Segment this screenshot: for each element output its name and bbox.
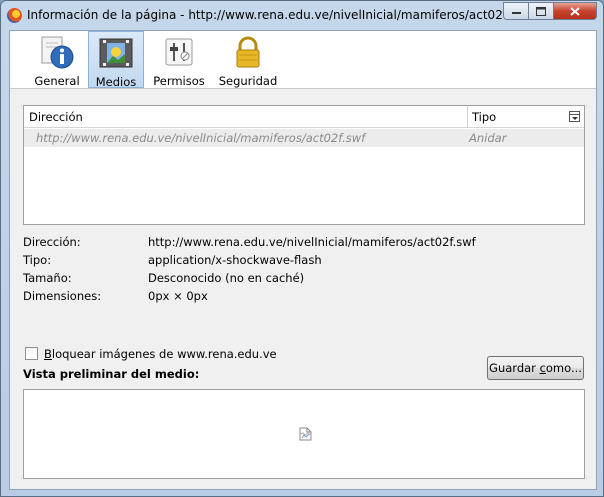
column-header-type[interactable]: Tipo bbox=[472, 110, 496, 124]
save-as-label-prefix: Guardar bbox=[489, 361, 540, 375]
page-info-window: Información de la página - http://www.re… bbox=[0, 0, 604, 497]
media-table[interactable]: Dirección Tipo http://www.rena.edu.ve/ni… bbox=[23, 105, 585, 225]
block-images-checkbox[interactable] bbox=[25, 347, 38, 360]
tab-general[interactable]: General bbox=[28, 31, 86, 88]
detail-dimensions-label: Dimensiones: bbox=[23, 289, 102, 303]
tab-general-label: General bbox=[34, 74, 80, 88]
tab-media[interactable]: Medios bbox=[88, 31, 144, 89]
broken-image-icon bbox=[299, 427, 312, 441]
caption-buttons bbox=[503, 2, 597, 20]
tab-media-label: Medios bbox=[95, 75, 137, 89]
tab-permissions[interactable]: Permisos bbox=[150, 31, 208, 88]
row-address: http://www.rena.edu.ve/nivelInicial/mami… bbox=[36, 131, 366, 145]
save-as-button[interactable]: Guardar c omo... bbox=[487, 356, 584, 380]
column-divider[interactable] bbox=[467, 106, 468, 128]
preview-title: Vista preliminar del medio: bbox=[23, 367, 200, 381]
detail-size: Tamaño: Desconocido (no en caché) bbox=[23, 271, 543, 287]
detail-type: Tipo: application/x-shockwave-flash bbox=[23, 253, 543, 269]
detail-address-label: Dirección: bbox=[23, 235, 81, 249]
window-title: Información de la página - http://www.re… bbox=[27, 8, 538, 22]
padlock-icon bbox=[231, 36, 265, 70]
permissions-icon bbox=[162, 36, 196, 70]
tab-permissions-label: Permisos bbox=[153, 74, 205, 88]
block-images-label-text: loquear imágenes de www.rena.edu.ve bbox=[51, 347, 277, 361]
table-header: Dirección Tipo bbox=[24, 106, 584, 128]
tab-security-label: Seguridad bbox=[218, 74, 278, 88]
detail-address: Dirección: http://www.rena.edu.ve/nivelI… bbox=[23, 235, 543, 251]
detail-size-value: Desconocido (no en caché) bbox=[148, 271, 305, 285]
column-header-address[interactable]: Dirección bbox=[29, 110, 83, 124]
minimize-button[interactable] bbox=[503, 2, 529, 20]
firefox-icon bbox=[7, 8, 22, 23]
maximize-icon bbox=[536, 6, 546, 16]
detail-dimensions-value: 0px × 0px bbox=[148, 289, 208, 303]
minimize-icon bbox=[511, 12, 521, 14]
detail-type-value: application/x-shockwave-flash bbox=[148, 253, 322, 267]
column-picker-icon[interactable] bbox=[569, 111, 580, 122]
block-images-accesskey: B bbox=[44, 347, 52, 361]
info-icon bbox=[40, 36, 74, 70]
title-bar[interactable]: Información de la página - http://www.re… bbox=[1, 1, 603, 29]
tab-toolbar: General Medios Permisos Seguridad bbox=[10, 31, 596, 89]
close-button[interactable] bbox=[554, 2, 597, 20]
detail-type-label: Tipo: bbox=[23, 253, 52, 267]
dialog-client: General Medios Permisos Seguridad Direcc… bbox=[9, 30, 597, 490]
save-as-label-suffix: omo... bbox=[545, 361, 582, 375]
tab-security[interactable]: Seguridad bbox=[216, 31, 280, 88]
detail-address-value: http://www.rena.edu.ve/nivelInicial/mami… bbox=[148, 235, 476, 249]
media-icon bbox=[99, 37, 133, 71]
block-images-label[interactable]: Bloquear imágenes de www.rena.edu.ve bbox=[44, 347, 277, 361]
maximize-button[interactable] bbox=[529, 2, 554, 20]
table-row[interactable]: http://www.rena.edu.ve/nivelInicial/mami… bbox=[24, 129, 584, 147]
close-icon bbox=[570, 6, 580, 16]
row-type: Anidar bbox=[469, 131, 507, 145]
detail-dimensions: Dimensiones: 0px × 0px bbox=[23, 289, 543, 305]
detail-size-label: Tamaño: bbox=[23, 271, 72, 285]
media-preview bbox=[23, 389, 585, 479]
